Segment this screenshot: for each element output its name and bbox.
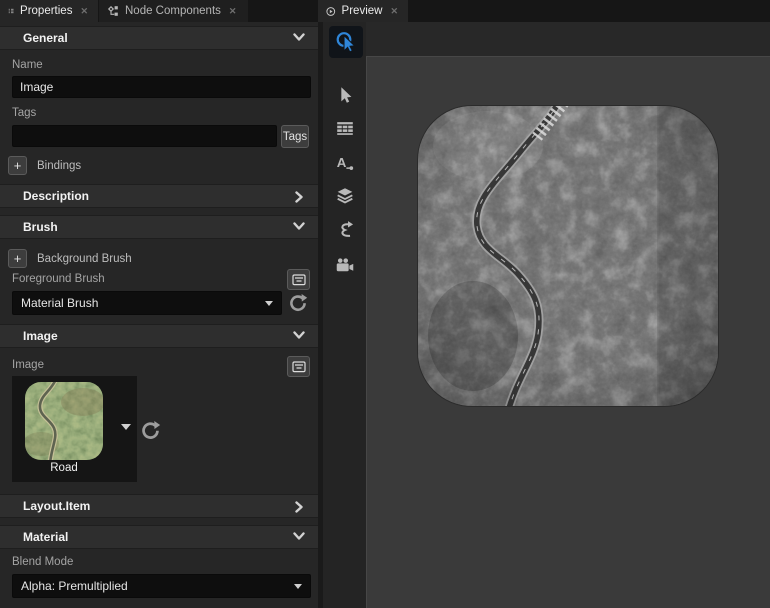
tags-label: Tags (12, 107, 36, 119)
tags-input[interactable] (12, 125, 277, 147)
camera-icon (334, 253, 356, 275)
flow-arrow-icon (334, 219, 356, 241)
tab-preview[interactable]: Preview ✕ (318, 0, 408, 22)
tab-bar: Properties ✕ Node Components ✕ Preview ✕ (0, 0, 770, 22)
close-icon[interactable]: ✕ (388, 6, 400, 17)
foreground-brush-value: Material Brush (21, 296, 98, 310)
tool-layers-button[interactable] (332, 183, 357, 208)
section-header-general[interactable]: General (0, 26, 318, 50)
tab-properties-label: Properties (20, 5, 72, 17)
section-title: Description (23, 189, 89, 203)
svg-text:A: A (336, 155, 346, 170)
application-window: Properties ✕ Node Components ✕ Preview ✕ (0, 0, 770, 608)
tool-camera-button[interactable] (332, 251, 357, 276)
section-title: Layout.Item (23, 499, 90, 513)
selected-image-name: Road (25, 462, 103, 474)
tab-preview-label: Preview (342, 5, 383, 17)
name-label: Name (12, 59, 43, 71)
node-graph-icon (107, 5, 119, 17)
chevron-right-icon (295, 501, 304, 513)
open-brush-editor-button[interactable] (287, 269, 310, 290)
section-header-image[interactable]: Image (0, 324, 318, 348)
tool-data-grid-button[interactable] (332, 116, 357, 141)
chevron-down-icon (293, 532, 305, 541)
tab-node-components[interactable]: Node Components ✕ (99, 0, 248, 22)
editor-window-icon (292, 274, 306, 286)
image-label: Image (12, 359, 44, 371)
blend-mode-label: Blend Mode (12, 556, 73, 568)
tool-text-button[interactable]: A (332, 150, 357, 175)
blend-mode-dropdown[interactable]: Alpha: Premultiplied (12, 574, 311, 598)
tags-button[interactable]: Tags (281, 125, 309, 148)
foreground-brush-dropdown[interactable]: Material Brush (12, 291, 282, 315)
foreground-brush-label: Foreground Brush (12, 273, 105, 285)
section-header-description[interactable]: Description (0, 184, 318, 208)
reset-arrow-icon (140, 420, 161, 441)
reset-foreground-brush-button[interactable] (287, 292, 309, 314)
chevron-down-icon (293, 33, 305, 42)
section-title: Image (23, 329, 58, 343)
bindings-label: Bindings (37, 160, 81, 172)
section-title: Brush (23, 220, 58, 234)
chevron-down-icon (293, 331, 305, 340)
chevron-down-icon (293, 222, 305, 231)
add-background-brush-button[interactable]: + (8, 249, 27, 268)
editor-window-icon (292, 361, 306, 373)
tool-flow-arrow-button[interactable] (332, 217, 357, 242)
select-cursor-icon (334, 84, 356, 106)
section-title: General (23, 31, 68, 45)
background-brush-label: Background Brush (37, 253, 132, 265)
preview-tool-column: A (323, 22, 366, 608)
blend-mode-value: Alpha: Premultiplied (21, 579, 128, 593)
tool-select-button[interactable] (332, 82, 357, 107)
image-picker-well[interactable]: Road (12, 376, 137, 482)
open-image-editor-button[interactable] (287, 356, 310, 377)
dropdown-caret-icon (265, 301, 273, 306)
tab-properties[interactable]: Properties ✕ (0, 0, 98, 22)
preview-rendered-image[interactable] (418, 106, 718, 406)
layers-icon (334, 185, 356, 207)
close-icon[interactable]: ✕ (78, 6, 90, 17)
preview-canvas (366, 56, 770, 608)
section-header-brush[interactable]: Brush (0, 215, 318, 239)
section-header-layout-item[interactable]: Layout.Item (0, 494, 318, 518)
section-header-material[interactable]: Material (0, 525, 318, 549)
properties-panel: General Name Tags Tags + Bindings Descri… (0, 22, 318, 608)
section-title: Material (23, 530, 68, 544)
add-binding-button[interactable]: + (8, 156, 27, 175)
close-icon[interactable]: ✕ (227, 6, 239, 17)
reset-arrow-icon (288, 293, 308, 313)
interact-cursor-icon (334, 30, 358, 54)
dropdown-caret-icon (294, 584, 302, 589)
data-grid-icon (334, 118, 356, 140)
text-tool-icon: A (334, 152, 356, 174)
list-icon (8, 5, 14, 17)
chevron-right-icon (295, 191, 304, 203)
play-circle-icon (326, 5, 336, 18)
tab-node-components-label: Node Components (125, 5, 221, 17)
tool-interact-button[interactable] (329, 26, 363, 58)
name-input[interactable] (12, 76, 311, 98)
preview-toolbar-strip (366, 22, 770, 56)
reset-image-button[interactable] (139, 419, 161, 441)
image-dropdown-caret-icon[interactable] (121, 424, 131, 430)
image-thumbnail-road[interactable] (25, 382, 103, 460)
